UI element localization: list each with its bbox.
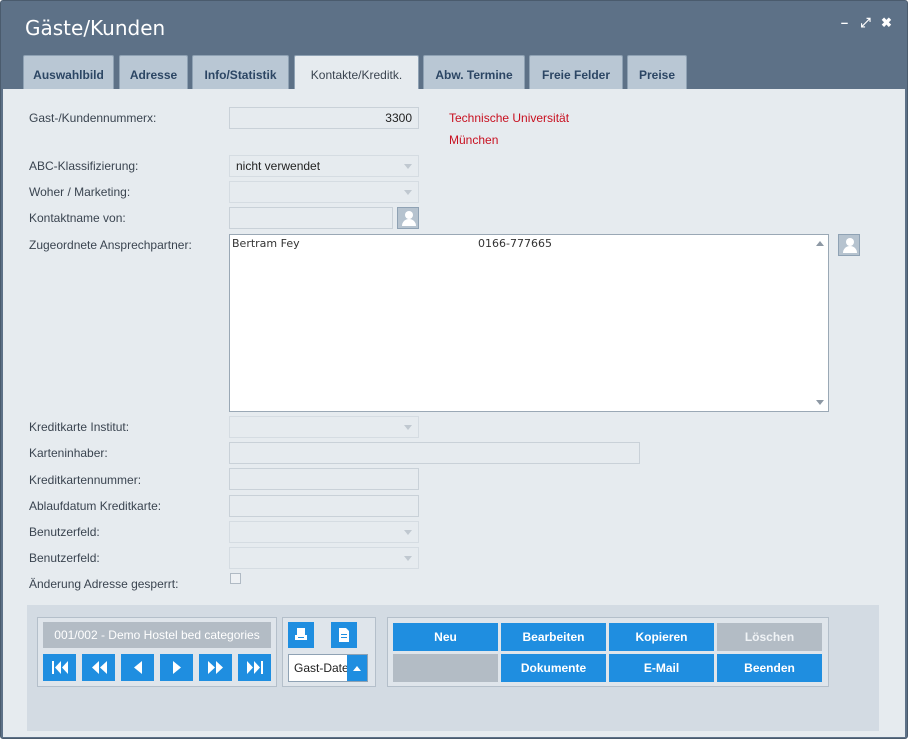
person-icon [402,211,416,226]
last-icon [247,661,263,674]
customer-name-line2: München [449,133,499,147]
copy-button[interactable]: Kopieren [609,623,714,651]
customer-number-label: Gast-/Kundennummerx: [29,111,157,125]
tab-abw-termine[interactable]: Abw. Termine [423,55,525,90]
tab-auswahlbild[interactable]: Auswahlbild [23,55,114,90]
marketing-dropdown[interactable] [229,181,419,203]
user-field-1-dropdown[interactable] [229,521,419,543]
last-record-button[interactable] [238,654,271,681]
cc-expiry-field[interactable] [229,495,419,517]
abc-label: ABC-Klassifizierung: [29,159,139,173]
next-icon [173,661,181,674]
cc-number-field[interactable] [229,468,419,490]
minimize-icon[interactable]: – [838,15,851,31]
record-navigation: 001/002 - Demo Hostel bed categories [37,617,277,687]
first-icon [52,661,68,674]
edit-button[interactable]: Bearbeiten [501,623,606,651]
marketing-label: Woher / Marketing: [29,185,131,199]
abc-value: nicht verwendet [236,159,321,173]
tab-preise[interactable]: Preise [627,55,687,90]
first-record-button[interactable] [43,654,76,681]
fast-back-button[interactable] [82,654,115,681]
tab-info-statistik[interactable]: Info/Statistik [192,55,289,90]
window-controls: – ⤢ ✖ [838,15,893,31]
contacts-list[interactable]: Bertram Fey 0166-777665 [229,234,829,412]
chevron-down-icon [398,156,418,176]
scrollbar[interactable] [812,235,828,411]
contact-name-field[interactable] [229,207,393,229]
chevron-down-icon [398,417,418,437]
scroll-up-icon[interactable] [816,241,824,246]
tab-kontakte-kreditk[interactable]: Kontakte/Kreditk. [294,55,419,91]
abc-dropdown[interactable]: nicht verwendet [229,155,419,177]
user-field-2-label: Benutzerfeld: [29,551,100,565]
fast-forward-button[interactable] [199,654,232,681]
contact-name: Bertram Fey [232,237,300,250]
tab-adresse[interactable]: Adresse [119,55,188,90]
scroll-down-icon[interactable] [816,400,824,405]
card-holder-label: Karteninhaber: [29,446,108,460]
person-icon [843,238,857,253]
prev-record-button[interactable] [121,654,154,681]
customer-number-field[interactable]: 3300 [229,107,419,129]
close-icon[interactable]: ✖ [880,15,893,31]
contacts-label: Zugeordnete Ansprechpartner: [29,238,192,252]
restore-icon[interactable]: ⤢ [859,15,872,31]
next-record-button[interactable] [160,654,193,681]
address-locked-label: Änderung Adresse gesperrt: [29,577,179,591]
contact-phone: 0166-777665 [478,237,552,250]
report-select[interactable]: Gast-Date [288,654,368,682]
tab-content: Gast-/Kundennummerx: 3300 Technische Uni… [3,89,905,737]
print-icon [295,628,307,640]
contact-lookup-button[interactable] [397,207,419,229]
email-button[interactable]: E-Mail [609,654,714,682]
fast-forward-icon [208,661,223,674]
card-holder-field[interactable] [229,442,640,464]
close-button[interactable]: Beenden [717,654,822,682]
new-button[interactable]: Neu [393,623,498,651]
chevron-down-icon [398,522,418,542]
cc-expiry-label: Ablaufdatum Kreditkarte: [29,499,162,513]
report-select-value: Gast-Date [294,661,349,675]
documents-button[interactable]: Dokumente [501,654,606,682]
footer-panel: 001/002 - Demo Hostel bed categories Gas… [27,605,879,731]
customer-window: Gäste/Kunden – ⤢ ✖ Auswahlbild Adresse I… [0,0,908,739]
record-info: 001/002 - Demo Hostel bed categories [43,622,271,648]
address-locked-checkbox[interactable] [230,573,241,584]
fast-back-icon [92,661,107,674]
print-button[interactable] [288,622,314,648]
prev-icon [134,661,142,674]
document-icon [339,628,349,642]
contact-name-label: Kontaktname von: [29,211,126,225]
tab-freie-felder[interactable]: Freie Felder [529,55,623,90]
chevron-up-icon[interactable] [347,655,367,681]
window-title: Gäste/Kunden [25,16,166,40]
cc-institute-label: Kreditkarte Institut: [29,420,130,434]
customer-name-line1: Technische Universität [449,111,570,125]
report-group: Gast-Date [282,617,376,687]
action-buttons: Neu Bearbeiten Kopieren Löschen Dokument… [387,617,829,687]
chevron-down-icon [398,182,418,202]
cc-institute-dropdown[interactable] [229,416,419,438]
chevron-down-icon [398,548,418,568]
delete-button[interactable]: Löschen [717,623,822,651]
user-field-2-dropdown[interactable] [229,547,419,569]
empty-button [393,654,498,682]
cc-number-label: Kreditkartennummer: [29,473,142,487]
pdf-button[interactable] [331,622,357,648]
add-contact-button[interactable] [838,234,860,256]
user-field-1-label: Benutzerfeld: [29,525,100,539]
